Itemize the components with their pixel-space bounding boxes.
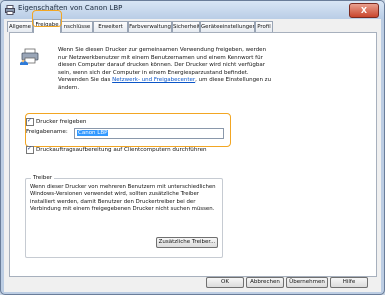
tab-security[interactable]: Sicherheit <box>172 21 200 32</box>
properties-window: Eigenschaften von Canon LBP X Allgeme Fr… <box>0 0 385 295</box>
shared-printer-icon <box>20 48 39 65</box>
cancel-button[interactable]: Abbrechen <box>246 277 284 288</box>
apply-button[interactable]: Übernehmen <box>286 277 328 288</box>
tab-highlight <box>32 10 62 27</box>
tab-general[interactable]: Allgeme <box>7 21 33 32</box>
tab-device-settings[interactable]: Geräteeinstellungen <box>200 21 255 32</box>
sharing-panel: Wenn Sie diesen Drucker zur gemeinsamen … <box>9 32 377 277</box>
printer-app-icon <box>5 5 15 15</box>
dialog-content: Allgeme Freigabe nschlüsse Erweitert Far… <box>4 19 381 292</box>
sharing-description: Wenn Sie diesen Drucker zur gemeinsamen … <box>58 47 272 93</box>
help-button[interactable]: Hilfe <box>330 277 368 288</box>
additional-drivers-button[interactable]: Zusätzliche Treiber... <box>156 237 218 248</box>
client-render-label: Druckauftragsaufbereitung auf Clientcomp… <box>36 147 207 153</box>
drivers-legend: Treiber <box>31 175 55 181</box>
tab-ports[interactable]: nschlüsse <box>61 21 93 32</box>
tab-advanced[interactable]: Erweitert <box>93 21 128 32</box>
drivers-group: Treiber Wenn dieser Drucker von mehreren… <box>25 175 223 258</box>
tab-color-management[interactable]: Farbverwaltung <box>128 21 172 32</box>
client-render-checkbox[interactable] <box>26 145 34 154</box>
share-highlight <box>25 113 231 147</box>
client-render-row[interactable]: Druckauftragsaufbereitung auf Clientcomp… <box>26 145 207 154</box>
ok-button[interactable]: OK <box>206 277 244 288</box>
tab-profile[interactable]: Profil <box>255 21 273 32</box>
network-sharing-center-link[interactable]: Netzwerk- und Freigabecenter <box>112 77 195 83</box>
close-button[interactable]: X <box>349 3 379 18</box>
drivers-description: Wenn dieser Drucker von mehreren Benutze… <box>30 184 216 212</box>
